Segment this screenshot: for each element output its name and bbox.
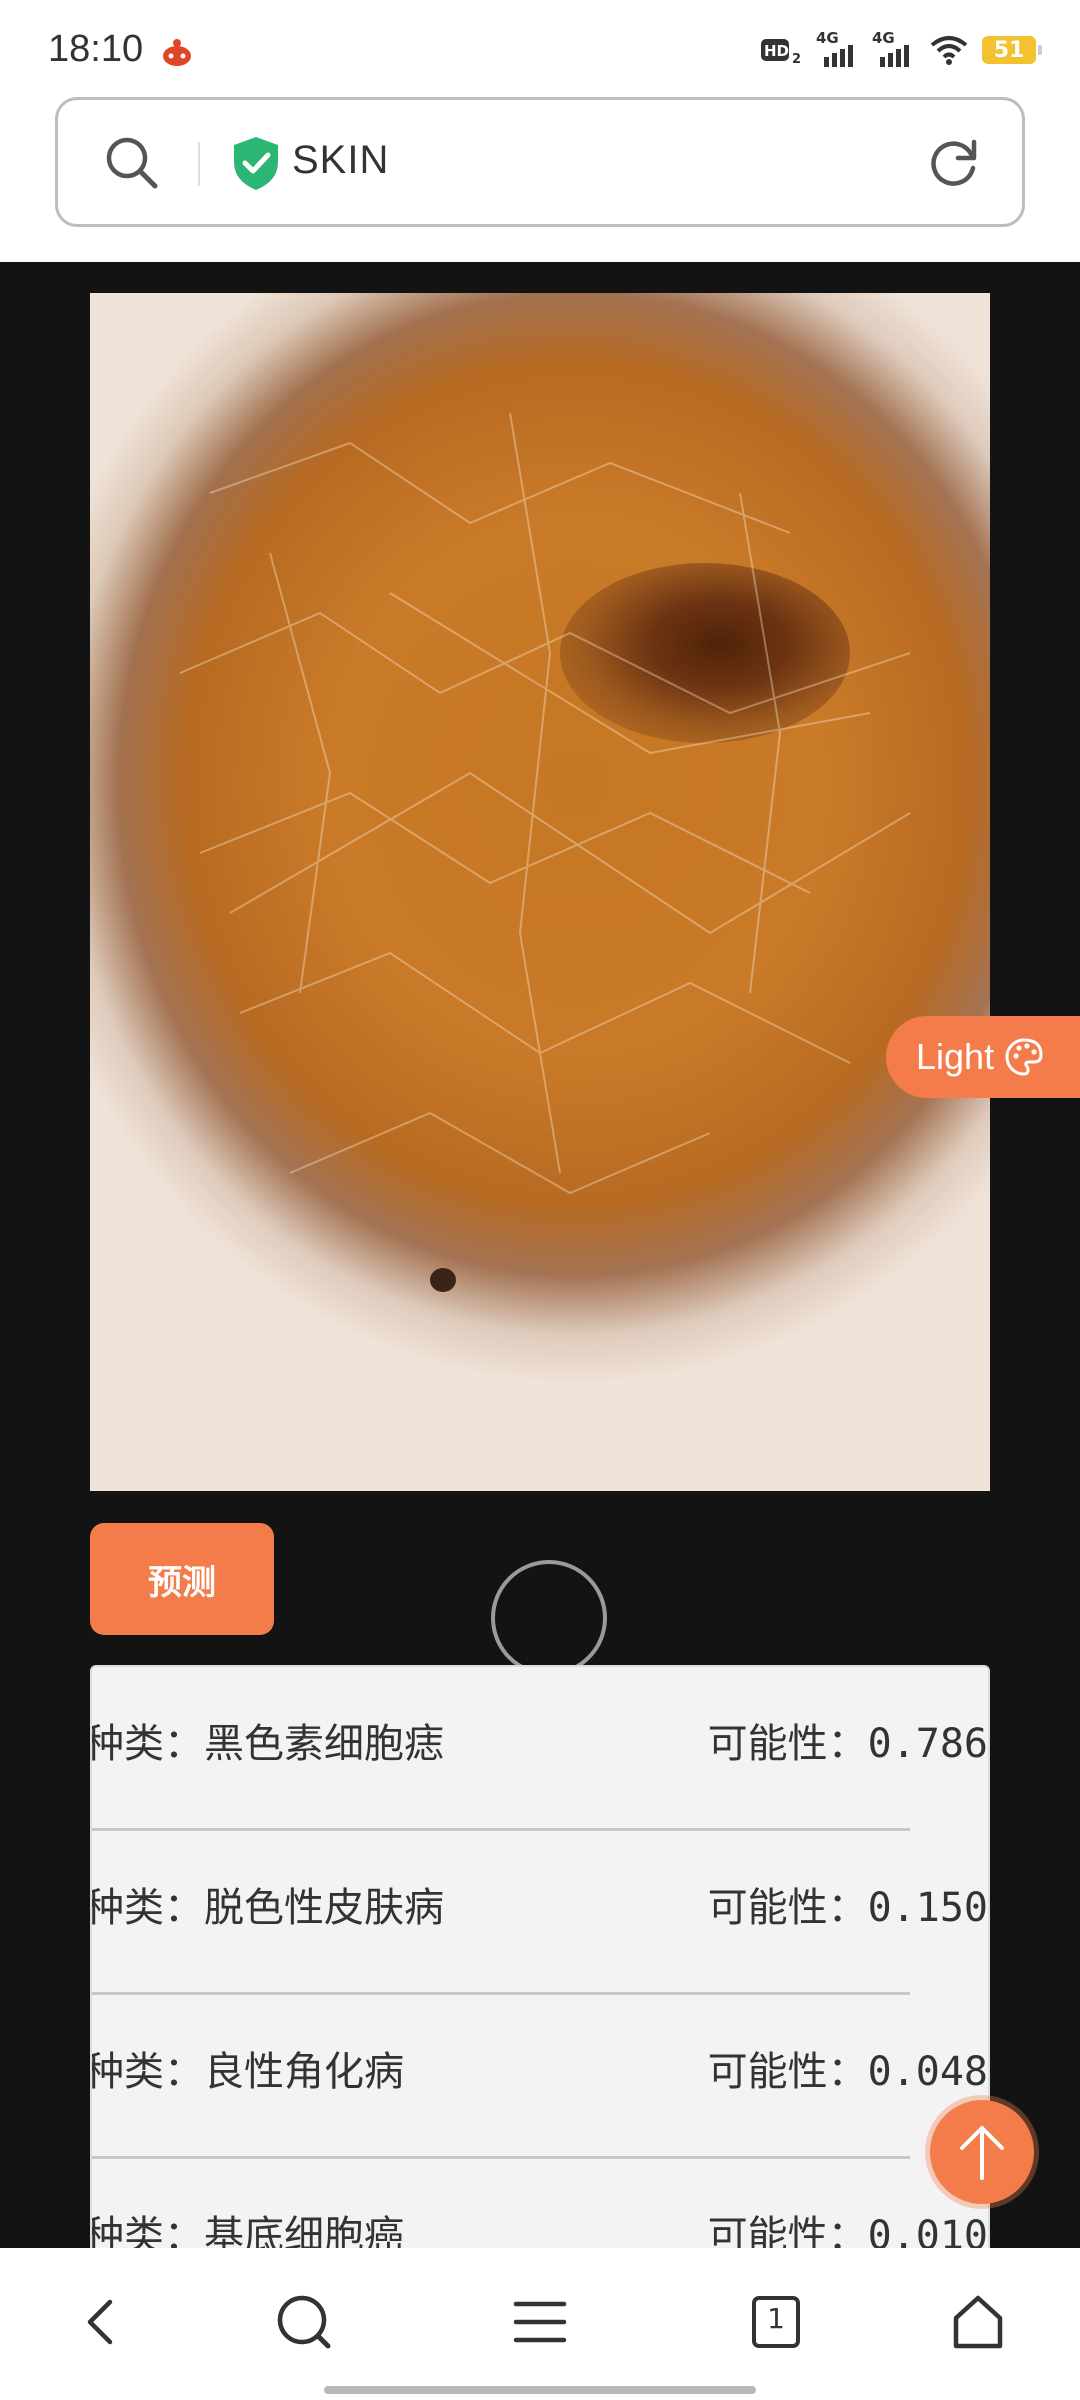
browser-nav-bar: 1 [0, 2248, 1080, 2400]
status-bar: 18:10 HD 2 4G 4G 51 [0, 0, 1080, 92]
hd-voice-icon: HD 2 [761, 39, 801, 67]
skin-lesion-image [90, 293, 990, 1491]
results-panel: 种类：黑色素细胞痣 可能性：0.786 种类：脱色性皮肤病 可能性：0.150 … [90, 1665, 990, 2248]
result-category: 种类：良性角化病 [90, 2049, 404, 2095]
dark-speck [430, 1268, 456, 1292]
address-divider [198, 142, 200, 186]
signal-strength-icon-2: 4G [872, 29, 916, 67]
signal-1-label: 4G [816, 29, 839, 47]
home-icon[interactable] [946, 2290, 1010, 2354]
battery-indicator: 51 [982, 36, 1042, 64]
signal-strength-icon-1: 4G [816, 29, 860, 67]
tabs-button[interactable]: 1 [744, 2290, 808, 2354]
status-time: 18:10 [48, 28, 144, 70]
result-row: 种类：良性角化病 可能性：0.048 [90, 1995, 988, 2159]
gesture-handle[interactable] [324, 2386, 756, 2394]
theme-toggle-button[interactable]: Light [886, 1016, 1080, 1098]
address-bar[interactable]: SKIN [55, 97, 1025, 227]
result-row: 种类：黑色素细胞痣 可能性：0.786 [90, 1667, 988, 1831]
back-icon[interactable] [70, 2290, 134, 2354]
result-category: 种类：基底细胞癌 [90, 2213, 404, 2248]
app-notification-icon [163, 39, 191, 66]
menu-icon[interactable] [508, 2290, 572, 2354]
result-probability: 可能性：0.150 [707, 1885, 988, 1931]
hd-sub-label: 2 [792, 52, 801, 67]
page-content: 预测 种类：黑色素细胞痣 可能性：0.786 种类：脱色性皮肤病 可能性：0.1… [0, 262, 1080, 2248]
url-text[interactable]: SKIN [292, 138, 389, 183]
result-row: 种类：基底细胞癌 可能性：0.010 [90, 2159, 988, 2248]
arrow-up-icon [960, 2126, 1004, 2180]
secure-shield-icon [234, 137, 278, 190]
loading-spinner [491, 1560, 607, 1676]
tabs-count: 1 [767, 2302, 785, 2335]
reload-icon[interactable] [926, 134, 982, 190]
search-icon[interactable] [103, 134, 161, 192]
theme-label: Light [916, 1036, 995, 1077]
signal-2-label: 4G [872, 29, 895, 47]
hd-label: HD [764, 42, 789, 60]
status-indicators: HD 2 4G 4G 51 [760, 29, 1042, 70]
result-category: 种类：黑色素细胞痣 [90, 1721, 444, 1767]
result-probability: 可能性：0.786 [707, 1721, 988, 1767]
wifi-icon [930, 36, 968, 65]
result-row: 种类：脱色性皮肤病 可能性：0.150 [90, 1831, 988, 1995]
skin-texture [179, 412, 911, 1195]
search-nav-icon[interactable] [272, 2290, 336, 2354]
scroll-to-top-button[interactable] [930, 2100, 1034, 2204]
result-probability: 可能性：0.010 [707, 2213, 988, 2248]
predict-button[interactable]: 预测 [90, 1523, 274, 1635]
palette-icon [1005, 1038, 1043, 1076]
result-category: 种类：脱色性皮肤病 [90, 1885, 444, 1931]
result-probability: 可能性：0.048 [707, 2049, 988, 2095]
